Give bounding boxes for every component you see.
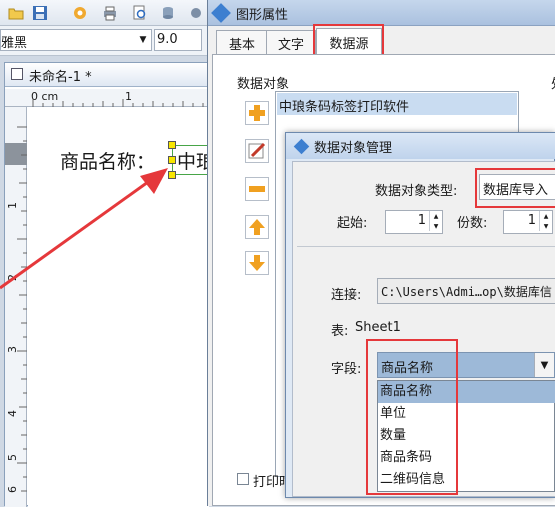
data-object-manager-dialog: 数据对象管理 数据对象类型: 数据库导入 起始: 1 ▲ ▼ 份数: 1 ▲ ▼… xyxy=(285,132,555,498)
print-save-checkbox[interactable] xyxy=(237,473,249,485)
print-icon[interactable] xyxy=(100,3,120,23)
spin-down-icon[interactable]: ▼ xyxy=(539,221,552,231)
arrow-down-icon xyxy=(249,255,265,271)
document-tab[interactable]: 未命名-1 * xyxy=(5,63,209,87)
move-down-button[interactable] xyxy=(245,251,269,275)
ruler-top-ticks xyxy=(32,99,204,107)
dialog-title: 图形属性 xyxy=(236,8,289,23)
font-toolbar: 雅黑 ▼ 9.0 xyxy=(0,26,210,56)
add-button[interactable] xyxy=(245,101,269,125)
minus-icon xyxy=(249,186,265,192)
spin-up-icon[interactable]: ▲ xyxy=(539,211,552,221)
save-icon[interactable] xyxy=(30,3,50,23)
table-value: Sheet1 xyxy=(355,320,401,335)
type-label: 数据对象类型: xyxy=(375,184,458,199)
font-size-value: 9.0 xyxy=(157,32,178,47)
list-item[interactable]: 中琅条码标签打印软件 xyxy=(277,93,517,115)
copies-value: 1 xyxy=(527,213,536,228)
divider xyxy=(297,246,555,247)
chevron-down-icon[interactable]: ▼ xyxy=(135,30,151,50)
copies-label: 份数: xyxy=(457,216,488,231)
highlight-box xyxy=(475,168,555,208)
dom-titlebar[interactable]: 数据对象管理 xyxy=(286,133,555,159)
highlight-box xyxy=(313,24,384,56)
pencil-icon xyxy=(248,142,266,159)
move-up-button[interactable] xyxy=(245,215,269,239)
connection-label: 连接: xyxy=(331,288,362,303)
app-icon xyxy=(293,138,310,155)
ruler-top: 0 cm 1 xyxy=(5,89,209,107)
table-label: 表: xyxy=(331,324,349,339)
chevron-down-icon[interactable]: ▼ xyxy=(534,353,554,377)
resize-handle[interactable] xyxy=(168,141,176,149)
remove-button[interactable] xyxy=(245,177,269,201)
font-size-select[interactable]: 9.0 xyxy=(154,29,202,51)
dialog-titlebar[interactable]: 图形属性 xyxy=(208,0,555,26)
arrow-up-icon xyxy=(249,219,265,235)
tab-basic-label: 基本 xyxy=(228,37,255,53)
tab-basic[interactable]: 基本 xyxy=(216,30,268,55)
tab-text-label: 文字 xyxy=(277,37,304,53)
open-icon[interactable] xyxy=(6,3,26,23)
highlight-box xyxy=(366,339,458,495)
main-toolbar xyxy=(0,0,210,26)
tab-text[interactable]: 文字 xyxy=(266,30,316,55)
start-spinner[interactable]: 1 ▲ ▼ xyxy=(385,210,443,234)
right-group-title: 处 xyxy=(551,73,555,92)
annotation-arrow xyxy=(0,168,168,290)
database-icon[interactable] xyxy=(158,3,178,23)
dom-title: 数据对象管理 xyxy=(314,141,393,156)
document-title: 未命名-1 * xyxy=(29,70,92,85)
font-family-value: 雅黑 xyxy=(1,36,28,51)
document-icon xyxy=(11,68,23,80)
font-family-select[interactable]: 雅黑 ▼ xyxy=(0,29,152,51)
connection-field[interactable]: C:\Users\Admi…op\数据库信 xyxy=(377,278,555,304)
preview-icon[interactable] xyxy=(130,3,150,23)
app-icon xyxy=(211,3,231,23)
data-object-group-title: 数据对象 xyxy=(237,77,290,92)
edit-button[interactable] xyxy=(245,139,269,163)
spin-up-icon[interactable]: ▲ xyxy=(429,211,442,221)
settings-icon[interactable] xyxy=(186,3,206,23)
data-object-item-label: 中琅条码标签打印软件 xyxy=(279,100,410,115)
copies-spinner[interactable]: 1 ▲ ▼ xyxy=(503,210,553,234)
connection-value: C:\Users\Admi…op\数据库信 xyxy=(381,285,552,299)
spin-down-icon[interactable]: ▼ xyxy=(429,221,442,231)
field-label: 字段: xyxy=(331,362,362,377)
start-value: 1 xyxy=(417,213,426,228)
gear-icon[interactable] xyxy=(70,3,90,23)
start-label: 起始: xyxy=(337,216,368,231)
